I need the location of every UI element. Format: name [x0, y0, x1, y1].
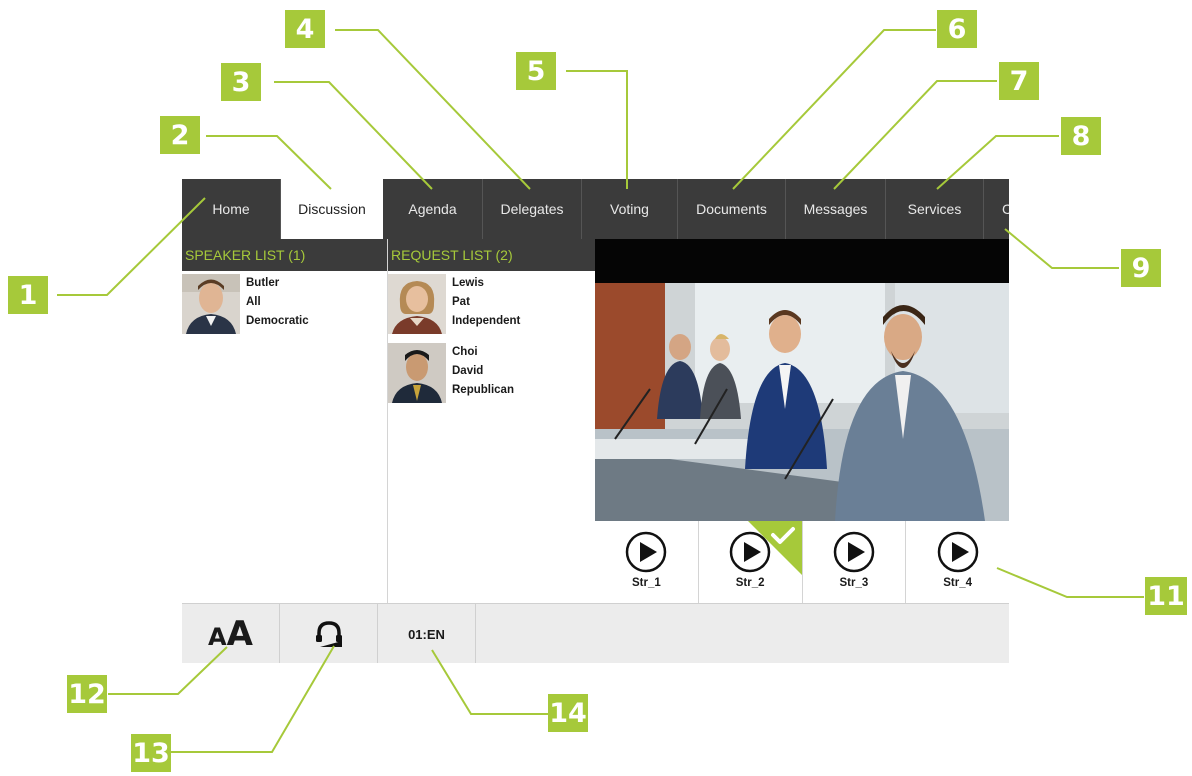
- callout-9: 9: [1121, 249, 1161, 287]
- play-icon: [833, 531, 875, 573]
- video-frame-image: [595, 239, 1009, 521]
- play-icon: [937, 531, 978, 573]
- delegate-info: Lewis Pat Independent: [446, 274, 520, 340]
- tab-services[interactable]: Services: [886, 179, 984, 239]
- callout-7: 7: [999, 62, 1039, 100]
- callout-4: 4: [285, 10, 325, 48]
- tab-documents[interactable]: Documents: [678, 179, 786, 239]
- delegate-photo: [388, 274, 446, 334]
- tab-delegates[interactable]: Delegates: [483, 179, 582, 239]
- speaker-list: SPEAKER LIST (1) Butler All Democratic: [182, 239, 388, 603]
- delegate-last-name: Lewis: [452, 277, 484, 289]
- delegate-party: Republican: [452, 384, 514, 396]
- video-player[interactable]: [595, 239, 1009, 521]
- conference-app-screen: Home Discussion Agenda Delegates Voting …: [182, 179, 1009, 663]
- callout-3: 3: [221, 63, 261, 101]
- tab-home[interactable]: Home: [182, 179, 281, 239]
- delegate-photo: [388, 343, 446, 403]
- selected-check-icon: [747, 521, 802, 575]
- bottom-toolbar: AA 01:EN: [182, 603, 1009, 663]
- tab-voting[interactable]: Voting: [582, 179, 678, 239]
- callout-14: 14: [548, 694, 588, 732]
- font-size-button[interactable]: AA: [182, 604, 280, 663]
- delegate-first-name: Pat: [452, 296, 470, 308]
- headphone-icon: [315, 621, 342, 647]
- stream-button-4[interactable]: Str_4: [906, 521, 1009, 603]
- tab-agenda[interactable]: Agenda: [383, 179, 483, 239]
- delegate-first-name: All: [246, 296, 261, 308]
- play-icon: [626, 531, 667, 573]
- delegate-last-name: Butler: [246, 277, 280, 289]
- callout-2: 2: [160, 116, 200, 154]
- main-tab-bar: Home Discussion Agenda Delegates Voting …: [182, 179, 1009, 239]
- request-entry[interactable]: Choi David Republican: [388, 340, 595, 409]
- tab-overflow[interactable]: C: [984, 179, 1009, 239]
- request-entry[interactable]: Lewis Pat Independent: [388, 271, 595, 340]
- delegate-photo: [182, 274, 240, 334]
- stream-label: Str_2: [735, 577, 765, 589]
- language-channel-button[interactable]: 01:EN: [378, 604, 476, 663]
- callout-11: 11: [1145, 577, 1187, 615]
- callout-5: 5: [516, 52, 556, 90]
- stream-button-1[interactable]: Str_1: [595, 521, 699, 603]
- font-size-small-glyph: A: [208, 623, 227, 651]
- speaker-entry[interactable]: Butler All Democratic: [182, 271, 387, 340]
- stream-button-2[interactable]: Str_2: [699, 521, 803, 603]
- stream-label: Str_3: [839, 577, 869, 589]
- request-list-title: REQUEST LIST (2): [388, 239, 595, 271]
- headphone-button[interactable]: [280, 604, 378, 663]
- callout-8: 8: [1061, 117, 1101, 155]
- delegate-last-name: Choi: [452, 346, 478, 358]
- stream-button-3[interactable]: Str_3: [803, 521, 907, 603]
- callout-6: 6: [937, 10, 977, 48]
- delegate-first-name: David: [452, 365, 484, 377]
- delegate-info: Butler All Democratic: [240, 274, 309, 340]
- callout-12: 12: [67, 675, 107, 713]
- callout-13: 13: [131, 734, 171, 772]
- delegate-party: Democratic: [246, 315, 309, 327]
- stream-selector: Str_1 Str_2 Str_3 Str_4: [595, 521, 1009, 603]
- stream-label: Str_1: [631, 577, 661, 589]
- stream-label: Str_4: [943, 577, 973, 589]
- tab-messages[interactable]: Messages: [786, 179, 886, 239]
- request-list: REQUEST LIST (2) Lewis Pat Independent C…: [388, 239, 596, 603]
- delegate-party: Independent: [452, 315, 521, 327]
- tab-discussion[interactable]: Discussion: [281, 179, 383, 239]
- language-channel-label: 01:EN: [408, 626, 445, 642]
- speaker-list-title: SPEAKER LIST (1): [182, 239, 387, 271]
- delegate-info: Choi David Republican: [446, 343, 514, 409]
- font-size-large-glyph: A: [226, 614, 253, 654]
- font-size-icon: AA: [208, 614, 253, 654]
- callout-1: 1: [8, 276, 48, 314]
